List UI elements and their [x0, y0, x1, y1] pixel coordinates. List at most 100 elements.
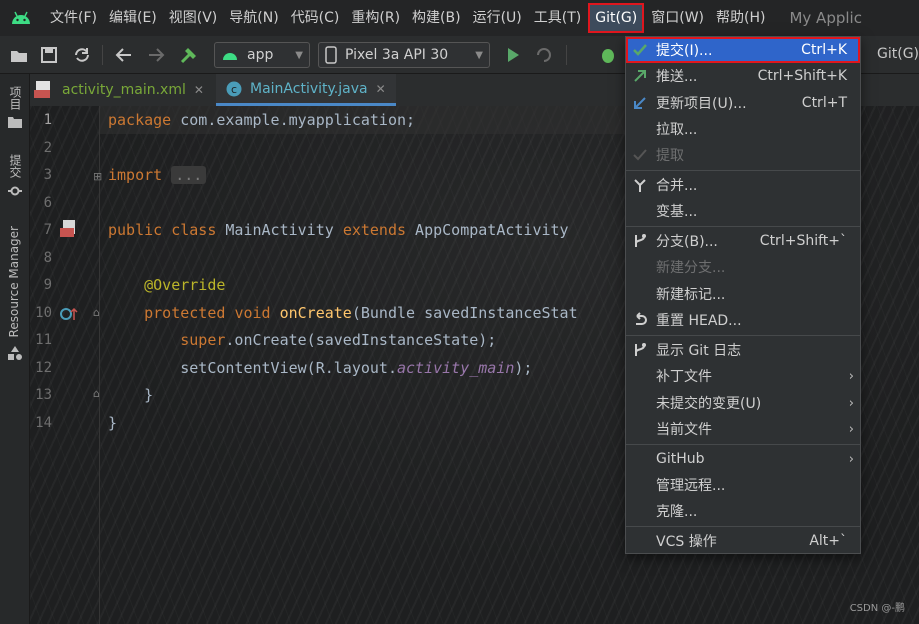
android-module-icon: [223, 53, 237, 60]
menu-view[interactable]: 视图(V): [163, 0, 224, 36]
svg-text:c: c: [231, 83, 237, 96]
open-folder-icon[interactable]: [10, 44, 28, 66]
line-number: 2: [43, 140, 52, 156]
tab-activity-main-xml[interactable]: activity_main.xml ✕: [34, 74, 204, 106]
chevron-down-icon: ▼: [475, 49, 483, 61]
push-arrow-icon: [634, 70, 646, 82]
menu-run[interactable]: 运行(U): [467, 0, 528, 36]
menu-refactor[interactable]: 重构(R): [345, 0, 406, 36]
menu-item-pull[interactable]: 拉取...: [626, 116, 860, 142]
menubar: 文件(F) 编辑(E) 视图(V) 导航(N) 代码(C) 重构(R) 构建(B…: [0, 0, 919, 36]
line-gutter: 1 2 3 6 7 8 9 10 11 12 13 14 ⊞ ⌂ ⌂: [30, 106, 102, 624]
chevron-down-icon: ▼: [295, 49, 303, 61]
menu-item-push[interactable]: 推送... Ctrl+Shift+K: [626, 63, 860, 89]
line-number: 8: [43, 250, 52, 266]
project-tool-tab[interactable]: 项目: [7, 86, 24, 110]
menu-item-rebase[interactable]: 变基...: [626, 198, 860, 224]
menu-item-new-tag[interactable]: 新建标记...: [626, 281, 860, 307]
menu-help[interactable]: 帮助(H): [710, 0, 771, 36]
resource-manager-tool-tab[interactable]: Resource Manager: [7, 226, 21, 337]
log-icon: [635, 343, 646, 356]
menu-item-vcs-operations[interactable]: VCS 操作 Alt+`: [626, 528, 860, 554]
fold-expand-icon[interactable]: ⊞: [93, 170, 102, 183]
close-icon[interactable]: ✕: [194, 83, 204, 97]
line-number: 13: [35, 387, 52, 403]
device-selector[interactable]: Pixel 3a API 30 ▼: [318, 42, 490, 68]
menu-item-patch-file[interactable]: 补丁文件 ›: [626, 363, 860, 389]
menu-item-manage-remotes[interactable]: 管理远程...: [626, 472, 860, 498]
run-icon[interactable]: [504, 44, 522, 66]
menu-item-branches[interactable]: 分支(B)... Ctrl+Shift+`: [626, 228, 860, 254]
code-line-14[interactable]: }: [108, 414, 117, 432]
code-line-10[interactable]: protected void onCreate(Bundle savedInst…: [108, 304, 578, 322]
menu-item-uncommitted-changes[interactable]: 未提交的变更(U) ›: [626, 390, 860, 416]
line-number: 11: [35, 332, 52, 348]
submenu-arrow-icon: ›: [848, 368, 854, 384]
code-line-7[interactable]: public class MainActivity extends AppCom…: [108, 221, 569, 239]
menu-item-fetch[interactable]: 提取: [626, 142, 860, 168]
code-line-9[interactable]: @Override: [108, 276, 225, 294]
menu-file[interactable]: 文件(F): [44, 0, 103, 36]
forward-arrow-icon[interactable]: [146, 44, 166, 66]
fetch-icon: [633, 149, 647, 161]
menu-edit[interactable]: 编辑(E): [103, 0, 163, 36]
left-tool-strip: 项目 提交 Resource Manager: [0, 74, 30, 624]
line-number: 14: [35, 415, 52, 431]
device-name: Pixel 3a API 30: [345, 47, 449, 63]
xml-file-icon: [34, 81, 50, 98]
tab-label: MainActivity.java: [250, 80, 368, 97]
git-toolbar-label[interactable]: Git(G): [877, 46, 919, 62]
menu-navigate[interactable]: 导航(N): [223, 0, 284, 36]
fold-collapse-icon[interactable]: ⌂: [93, 306, 100, 319]
android-layout-gutter-icon[interactable]: [60, 220, 80, 240]
line-number: 1: [43, 112, 52, 128]
tab-main-activity-java[interactable]: c MainActivity.java ✕: [216, 74, 396, 106]
code-line-12[interactable]: setContentView(R.layout.activity_main);: [108, 359, 532, 377]
line-number: 7: [43, 222, 52, 238]
debug-icon[interactable]: [598, 44, 618, 66]
line-number: 6: [43, 195, 52, 211]
line-number: 10: [35, 305, 52, 321]
menu-item-clone[interactable]: 克隆...: [626, 498, 860, 524]
android-studio-logo-icon: [12, 11, 30, 24]
save-icon[interactable]: [40, 44, 58, 66]
menu-build[interactable]: 构建(B): [406, 0, 467, 36]
menu-code[interactable]: 代码(C): [285, 0, 346, 36]
menu-tools[interactable]: 工具(T): [528, 0, 587, 36]
update-arrow-icon: [634, 97, 646, 109]
reset-icon: [636, 312, 647, 325]
tab-label: activity_main.xml: [62, 82, 186, 98]
menu-item-github[interactable]: GitHub ›: [626, 446, 860, 472]
code-line-1[interactable]: package com.example.myapplication;: [108, 111, 415, 129]
menu-window[interactable]: 窗口(W): [645, 0, 710, 36]
menu-item-reset-head[interactable]: 重置 HEAD...: [626, 307, 860, 333]
close-icon[interactable]: ✕: [376, 82, 386, 96]
submenu-arrow-icon: ›: [848, 451, 854, 467]
java-class-icon: c: [226, 81, 242, 96]
sync-icon[interactable]: [72, 44, 92, 66]
branch-icon: [635, 234, 646, 247]
fold-end-icon[interactable]: ⌂: [93, 387, 100, 400]
merge-icon: [634, 179, 646, 192]
code-line-3[interactable]: import ...: [108, 166, 207, 184]
menu-item-current-file[interactable]: 当前文件 ›: [626, 416, 860, 442]
line-number: 3: [43, 167, 52, 183]
line-number: 9: [43, 277, 52, 293]
apply-changes-icon[interactable]: [534, 44, 554, 66]
build-hammer-icon[interactable]: [178, 44, 200, 66]
window-title: My Applic: [789, 9, 862, 27]
code-line-11[interactable]: super.onCreate(savedInstanceState);: [108, 331, 496, 349]
code-line-13[interactable]: }: [108, 386, 153, 404]
menu-item-new-branch[interactable]: 新建分支...: [626, 254, 860, 280]
menu-item-show-git-log[interactable]: 显示 Git 日志: [626, 337, 860, 363]
menu-item-merge[interactable]: 合并...: [626, 172, 860, 198]
menu-item-update-project[interactable]: 更新项目(U)... Ctrl+T: [626, 90, 860, 116]
git-dropdown-menu: 提交(I)... Ctrl+K 推送... Ctrl+Shift+K 更新项目(…: [625, 36, 861, 554]
module-selector[interactable]: app ▼: [214, 42, 310, 68]
menu-item-commit[interactable]: 提交(I)... Ctrl+K: [626, 37, 860, 63]
resource-manager-icon: [8, 346, 22, 360]
back-arrow-icon[interactable]: [114, 44, 134, 66]
override-method-icon[interactable]: [60, 306, 78, 322]
menu-git[interactable]: Git(G): [588, 3, 645, 33]
commit-tool-tab[interactable]: 提交: [7, 154, 24, 178]
